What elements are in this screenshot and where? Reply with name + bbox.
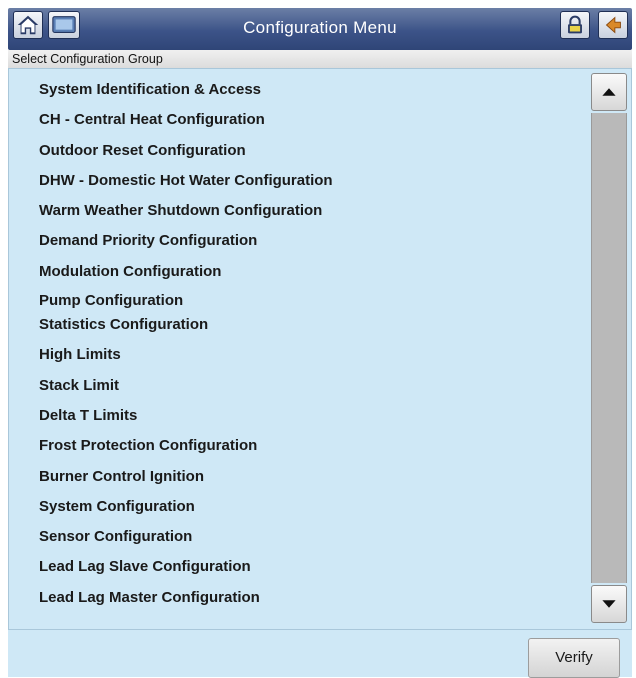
list-item[interactable]: Demand Priority Configuration [39,226,579,256]
list-item[interactable]: Frost Protection Configuration [39,431,579,461]
arrow-up-icon [602,88,616,96]
configuration-group-list: System Identification & Access CH - Cent… [39,75,579,613]
list-item[interactable]: Modulation Configuration [39,257,579,287]
verify-button[interactable]: Verify [528,638,620,678]
back-button[interactable] [598,11,628,39]
list-item[interactable]: Statistics Configuration [39,310,579,340]
scrollbar-track[interactable] [591,113,627,583]
title-bar: Configuration Menu [8,8,632,50]
vertical-scrollbar[interactable] [591,73,627,623]
bottom-bar: Verify [8,630,632,678]
list-item[interactable]: Stack Limit [39,371,579,401]
page-title: Configuration Menu [243,18,397,37]
list-item[interactable]: System Identification & Access [39,75,579,105]
list-item[interactable]: Warm Weather Shutdown Configuration [39,196,579,226]
lock-button[interactable] [560,11,590,39]
scroll-up-button[interactable] [591,73,627,111]
list-item[interactable]: Pump Configuration [39,287,579,310]
arrow-down-icon [602,600,616,608]
list-item[interactable]: System Configuration [39,492,579,522]
back-arrow-icon [605,16,621,34]
list-item[interactable]: Lead Lag Slave Configuration [39,552,579,582]
list-item[interactable]: Burner Control Ignition [39,462,579,492]
list-item[interactable]: DHW - Domestic Hot Water Configuration [39,166,579,196]
list-item[interactable]: Outdoor Reset Configuration [39,136,579,166]
lock-icon [568,15,582,34]
list-item[interactable]: Delta T Limits [39,401,579,431]
subtitle-label: Select Configuration Group [8,50,632,68]
list-item[interactable]: Lead Lag Master Configuration [39,583,579,613]
list-item[interactable]: Sensor Configuration [39,522,579,552]
list-item[interactable]: CH - Central Heat Configuration [39,105,579,135]
scroll-down-button[interactable] [591,585,627,623]
configuration-group-list-panel: System Identification & Access CH - Cent… [8,68,632,630]
list-item[interactable]: High Limits [39,340,579,370]
configuration-menu-screen: Configuration Menu Select Configuration … [0,0,636,678]
